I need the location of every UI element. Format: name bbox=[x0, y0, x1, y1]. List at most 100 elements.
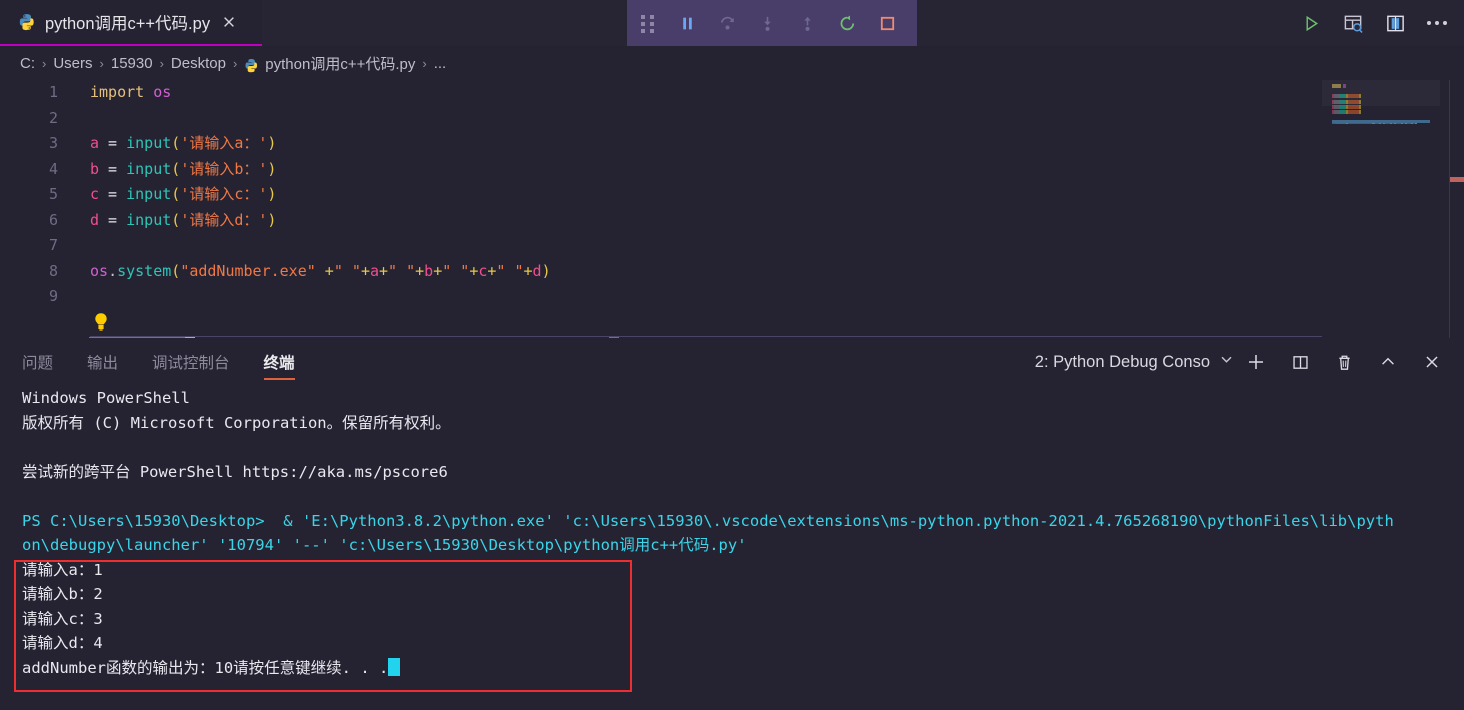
chevron-right-icon: › bbox=[99, 55, 104, 71]
panel-header: 问题 输出 调试控制台 终端 2: Python Debug Conso bbox=[0, 338, 1464, 386]
editor-tab-active[interactable]: python调用c++代码.py bbox=[0, 0, 262, 46]
minimap-active-line bbox=[1332, 120, 1430, 124]
code-editor[interactable]: 1 import os 2 3 a = input('请输入a：') 4 b = input… bbox=[0, 80, 1464, 338]
minimap[interactable] bbox=[1322, 80, 1440, 338]
code-token: ( bbox=[171, 159, 181, 178]
ellipsis-icon[interactable] bbox=[1416, 0, 1458, 46]
chevron-down-icon[interactable] bbox=[1219, 352, 1234, 372]
code-token: import bbox=[90, 83, 145, 101]
code-token: = bbox=[99, 185, 127, 203]
editor-title-actions bbox=[1290, 0, 1458, 46]
stop-square-icon[interactable] bbox=[867, 0, 907, 46]
code-line-text: d = input('请输入d：') bbox=[90, 208, 276, 234]
terminal-cursor bbox=[388, 657, 401, 676]
code-token: b bbox=[90, 159, 100, 178]
line-number: 8 bbox=[48, 261, 58, 280]
panel-tab-0[interactable]: 问题 bbox=[22, 338, 53, 386]
python-icon bbox=[244, 58, 259, 73]
close-icon[interactable] bbox=[220, 13, 238, 31]
code-token: ) bbox=[267, 159, 277, 178]
active-line-border-top bbox=[90, 336, 1325, 337]
line-number: 9 bbox=[48, 287, 58, 305]
code-token: input bbox=[126, 210, 172, 229]
minimap-block bbox=[1348, 110, 1360, 114]
code-token: system bbox=[117, 261, 172, 280]
code-line-text: a = input('请输入a：') bbox=[90, 131, 276, 157]
overview-ruler[interactable] bbox=[1449, 80, 1464, 338]
breadcrumb[interactable]: C: › Users › 15930 › Desktop › python调用c… bbox=[0, 46, 1464, 80]
code-token: d bbox=[90, 210, 100, 229]
code-token: + bbox=[315, 261, 334, 280]
terminal-line: addNumber函数的输出为：10请按任意键继续. . . bbox=[22, 656, 1464, 681]
code-line-text: import os bbox=[90, 80, 171, 106]
trash-icon[interactable] bbox=[1322, 338, 1366, 386]
panel-actions: 2: Python Debug Conso bbox=[1035, 338, 1454, 386]
terminal-line: 版权所有 (C) Microsoft Corporation。保留所有权利。 bbox=[22, 413, 451, 432]
breadcrumb-item-1[interactable]: Users bbox=[53, 55, 92, 72]
terminal-line: Windows PowerShell bbox=[22, 389, 190, 407]
code-token: ) bbox=[541, 261, 551, 280]
chevron-up-icon[interactable] bbox=[1366, 338, 1410, 386]
terminal-selector[interactable]: 2: Python Debug Conso bbox=[1035, 352, 1234, 372]
minimap-block bbox=[1338, 110, 1347, 114]
play-icon[interactable] bbox=[1290, 0, 1332, 46]
restart-icon[interactable] bbox=[827, 0, 867, 46]
breadcrumb-item-3[interactable]: Desktop bbox=[171, 55, 226, 72]
code-token: + bbox=[433, 261, 443, 280]
code-token: a bbox=[369, 261, 379, 280]
code-token: = bbox=[99, 159, 127, 178]
line-number: 2 bbox=[48, 108, 58, 127]
terminal-output[interactable]: Windows PowerShell 版权所有 (C) Microsoft Cor… bbox=[22, 386, 1464, 710]
split-editor-icon[interactable] bbox=[1374, 0, 1416, 46]
code-token: ) bbox=[267, 185, 277, 203]
step-out-icon[interactable] bbox=[787, 0, 827, 46]
code-token: input bbox=[126, 134, 172, 152]
terminal-line: PS C:\Users\15930\Desktop> & 'E:\Python3… bbox=[22, 511, 1394, 530]
code-token: '请输入d：' bbox=[180, 210, 268, 229]
chevron-right-icon: › bbox=[422, 55, 427, 71]
editor-tab-label: python调用c++代码.py bbox=[45, 15, 211, 33]
line-number: 4 bbox=[48, 159, 58, 178]
pause-icon[interactable] bbox=[667, 0, 707, 46]
grip-dots-icon[interactable] bbox=[627, 0, 667, 46]
terminal-line: 请输入a：1 bbox=[22, 560, 103, 579]
plus-icon[interactable] bbox=[1234, 338, 1278, 386]
breadcrumb-item-4[interactable]: python调用c++代码.py bbox=[265, 53, 415, 74]
step-over-icon[interactable] bbox=[707, 0, 747, 46]
code-token: + bbox=[360, 261, 370, 280]
lightbulb-icon[interactable] bbox=[92, 312, 110, 332]
code-token: + bbox=[469, 261, 479, 280]
minimap-slider[interactable] bbox=[1322, 80, 1440, 106]
breadcrumb-item-0[interactable]: C: bbox=[20, 55, 35, 72]
line-number: 5 bbox=[48, 185, 58, 203]
code-token: c bbox=[90, 185, 100, 203]
code-token: '请输入c：' bbox=[180, 185, 268, 203]
terminal-line: 尝试新的跨平台 PowerShell https://aka.ms/pscore… bbox=[22, 462, 448, 481]
preview-search-icon[interactable] bbox=[1332, 0, 1374, 46]
breadcrumb-item-5[interactable]: ... bbox=[434, 55, 447, 72]
step-into-icon[interactable] bbox=[747, 0, 787, 46]
split-icon[interactable] bbox=[1278, 338, 1322, 386]
chevron-right-icon: › bbox=[42, 55, 47, 71]
panel-tab-2[interactable]: 调试控制台 bbox=[152, 338, 230, 386]
panel-tab-3[interactable]: 终端 bbox=[263, 338, 295, 386]
code-token: a bbox=[90, 134, 100, 152]
chevron-right-icon: › bbox=[159, 55, 164, 71]
code-token: ) bbox=[267, 134, 277, 152]
code-token: os bbox=[153, 83, 172, 101]
code-token: " " bbox=[442, 261, 470, 280]
code-token: d bbox=[532, 261, 542, 280]
panel-tab-1[interactable]: 输出 bbox=[87, 338, 118, 386]
line-number: 3 bbox=[48, 134, 58, 152]
editor-tab-bar: python调用c++代码.py bbox=[0, 0, 1464, 46]
breadcrumb-item-2[interactable]: 15930 bbox=[111, 55, 153, 72]
close-icon[interactable] bbox=[1410, 338, 1454, 386]
code-line-text: os.system("addNumber.exe" +" "+a+" "+b+"… bbox=[90, 259, 551, 285]
debug-toolbar bbox=[627, 0, 917, 46]
line-number: 6 bbox=[48, 210, 58, 229]
code-token: " " bbox=[333, 261, 361, 280]
code-token: . bbox=[108, 261, 118, 280]
vscode-window: python调用c++代码.py C: › Users › 15930 › De… bbox=[0, 0, 1464, 710]
